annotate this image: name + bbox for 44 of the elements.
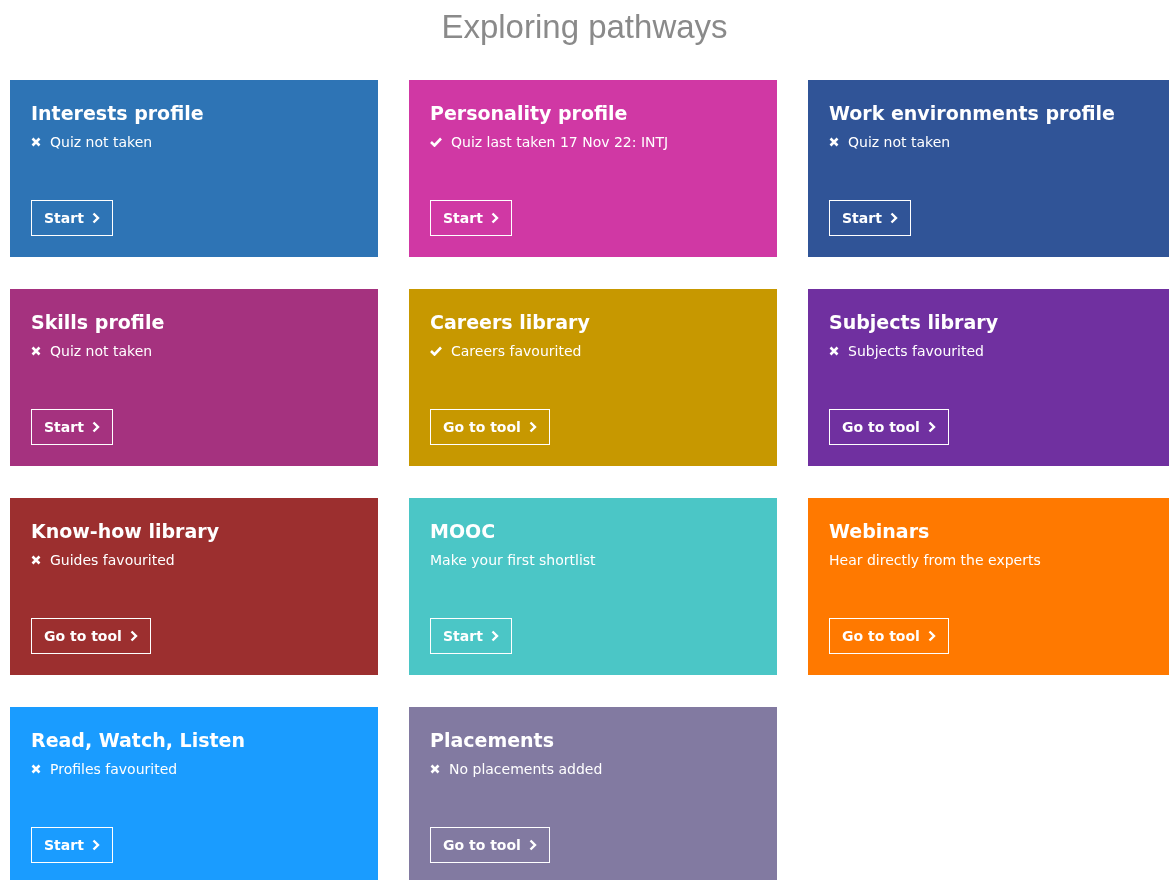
chevron-right-icon (91, 212, 100, 224)
start-button[interactable]: Start (31, 409, 113, 445)
card-title: Careers library (430, 310, 591, 335)
status-text: Guides favourited (50, 550, 175, 570)
chevron-right-icon (490, 212, 499, 224)
start-button[interactable]: Start (31, 827, 113, 863)
card-title: MOOC (430, 519, 497, 544)
card-title: Subjects library (829, 310, 1000, 335)
status-text: Profiles favourited (50, 759, 178, 779)
chevron-right-icon (91, 839, 100, 851)
card-title: Skills profile (31, 310, 166, 335)
start-button[interactable]: Go to tool (430, 827, 550, 863)
card-title: Webinars (829, 519, 931, 544)
chevron-right-icon (927, 421, 936, 433)
start-button[interactable]: Start (829, 200, 911, 236)
chevron-right-icon (889, 212, 898, 224)
start-button[interactable]: Go to tool (31, 618, 151, 654)
start-button[interactable]: Go to tool (829, 409, 949, 445)
status-text: Quiz not taken (50, 132, 153, 152)
start-button[interactable]: Start (430, 200, 512, 236)
card-title: Interests profile (31, 101, 205, 126)
chevron-right-icon (927, 630, 936, 642)
chevron-right-icon (528, 421, 537, 433)
chevron-right-icon (528, 839, 537, 851)
status-text: No placements added (449, 759, 603, 779)
card-title: Placements (430, 728, 555, 753)
card-title: Personality profile (430, 101, 629, 126)
status-text: Make your first shortlist (430, 550, 596, 570)
status-text: Subjects favourited (848, 341, 984, 361)
start-button[interactable]: Start (31, 200, 113, 236)
chevron-right-icon (129, 630, 138, 642)
start-button[interactable]: Go to tool (430, 409, 550, 445)
status-text: Quiz not taken (848, 132, 951, 152)
page-heading: Exploring pathways (441, 7, 728, 47)
chevron-right-icon (490, 630, 499, 642)
chevron-right-icon (91, 421, 100, 433)
card-title: Work environments profile (829, 101, 1116, 126)
card-title: Know-how library (31, 519, 221, 544)
status-text: Quiz not taken (50, 341, 153, 361)
status-text: Hear directly from the experts (829, 550, 1041, 570)
status-text: Quiz last taken 17 Nov 22: INTJ (451, 132, 669, 152)
start-button[interactable]: Go to tool (829, 618, 949, 654)
status-text: Careers favourited (451, 341, 582, 361)
card-title: Read, Watch, Listen (31, 728, 246, 753)
